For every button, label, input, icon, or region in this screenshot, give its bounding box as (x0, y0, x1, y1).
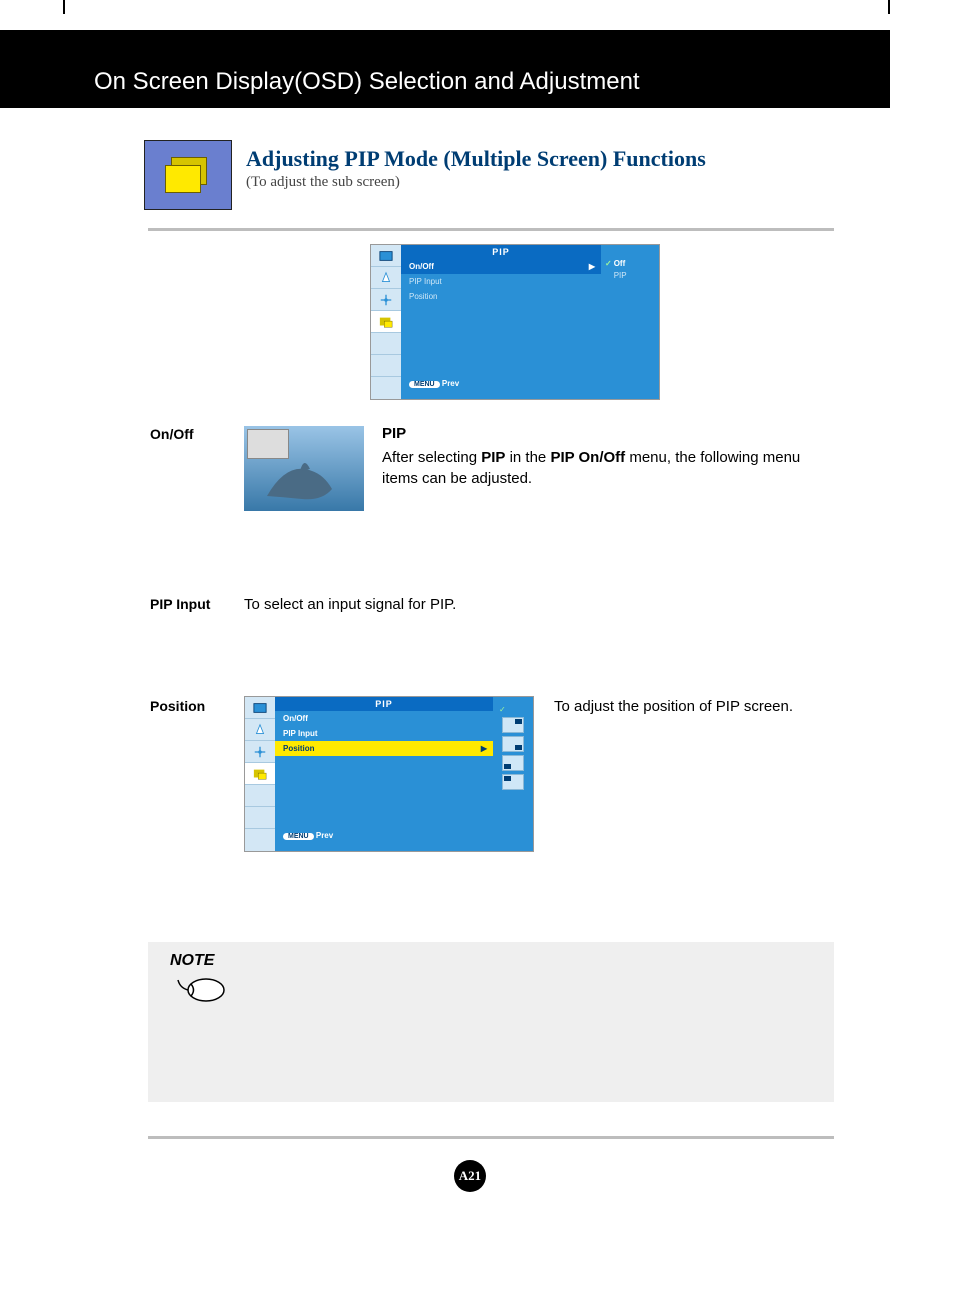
osd-footer: MENU Prev (401, 376, 601, 391)
osd-tab-picture-icon (371, 245, 401, 267)
osd-screenshot-onoff: PIP On/Off▶ PIP Input Position MENU Prev… (370, 244, 660, 400)
osd-tab-blank (371, 355, 401, 377)
osd-position-icons: ✓ (493, 697, 533, 851)
osd-option-pip: ✓PIP (605, 271, 655, 280)
position-topleft-icon (502, 774, 524, 790)
osd-menu-title: PIP (275, 697, 493, 711)
check-icon: ✓ (499, 705, 506, 714)
osd-footer: MENU Prev (275, 828, 493, 843)
osd-item-onoff: On/Off▶ (401, 259, 601, 274)
note-label: NOTE (170, 952, 214, 970)
osd-menu-title: PIP (401, 245, 601, 259)
pipinput-description: To select an input signal for PIP. (244, 596, 456, 613)
position-bottomleft-icon (502, 755, 524, 771)
page-number: A21 (454, 1160, 486, 1192)
osd-tab-blank (245, 829, 275, 851)
header-bar: On Screen Display(OSD) Selection and Adj… (0, 30, 890, 108)
note-box: NOTE (148, 942, 834, 1102)
osd-tab-color-icon (245, 719, 275, 741)
osd-tab-tracking-icon (245, 741, 275, 763)
row-pipinput: PIP Input (150, 596, 210, 614)
osd-tab-picture-icon (245, 697, 275, 719)
position-bottomright-icon (502, 736, 524, 752)
pip-sublabel: PIP (382, 424, 812, 444)
pip-example-image (244, 426, 364, 511)
osd-tab-column (245, 697, 275, 851)
onoff-desc-text: After selecting PIP in the PIP On/Off me… (382, 448, 812, 489)
crop-marks (0, 0, 954, 30)
osd-item-onoff: On/Off (275, 711, 493, 726)
osd-tab-tracking-icon (371, 289, 401, 311)
osd-options-column: ✓Off ✓PIP (601, 245, 659, 399)
pip-section-icon (144, 140, 232, 210)
osd-item-position: Position▶ (275, 741, 493, 756)
dolphin-icon (262, 441, 352, 511)
label-position: Position (150, 698, 205, 714)
osd-tab-pip-icon (371, 311, 401, 333)
osd-tab-color-icon (371, 267, 401, 289)
osd-tab-pip-icon (245, 763, 275, 785)
check-icon: ✓ (605, 259, 612, 268)
arrow-right-icon: ▶ (481, 744, 487, 753)
osd-item-pipinput: PIP Input (401, 274, 601, 289)
osd-screenshot-position: PIP On/Off PIP Input Position▶ MENU Prev… (244, 696, 534, 852)
label-pipinput: PIP Input (150, 596, 210, 612)
row-position: Position (150, 698, 205, 716)
osd-tab-blank (371, 377, 401, 399)
osd-item-pipinput: PIP Input (275, 726, 493, 741)
arrow-right-icon: ▶ (589, 262, 595, 271)
section-title: Adjusting PIP Mode (Multiple Screen) Fun… (246, 146, 846, 172)
divider (148, 1136, 834, 1140)
label-onoff: On/Off (150, 426, 194, 442)
position-description: To adjust the position of PIP screen. (554, 698, 793, 715)
osd-tab-blank (371, 333, 401, 355)
position-topright-icon (502, 717, 524, 733)
onoff-description: PIP After selecting PIP in the PIP On/Of… (382, 424, 812, 489)
section-hero: Adjusting PIP Mode (Multiple Screen) Fun… (144, 140, 232, 210)
osd-option-off: ✓Off (605, 259, 655, 268)
osd-tab-blank (245, 785, 275, 807)
row-onoff: On/Off (150, 426, 194, 444)
osd-tab-blank (245, 807, 275, 829)
section-subtitle: (To adjust the sub screen) (246, 174, 846, 191)
osd-item-position: Position (401, 289, 601, 304)
mouse-icon (176, 974, 226, 1006)
osd-tab-column (371, 245, 401, 399)
divider (148, 228, 834, 232)
page-title: On Screen Display(OSD) Selection and Adj… (0, 30, 890, 96)
